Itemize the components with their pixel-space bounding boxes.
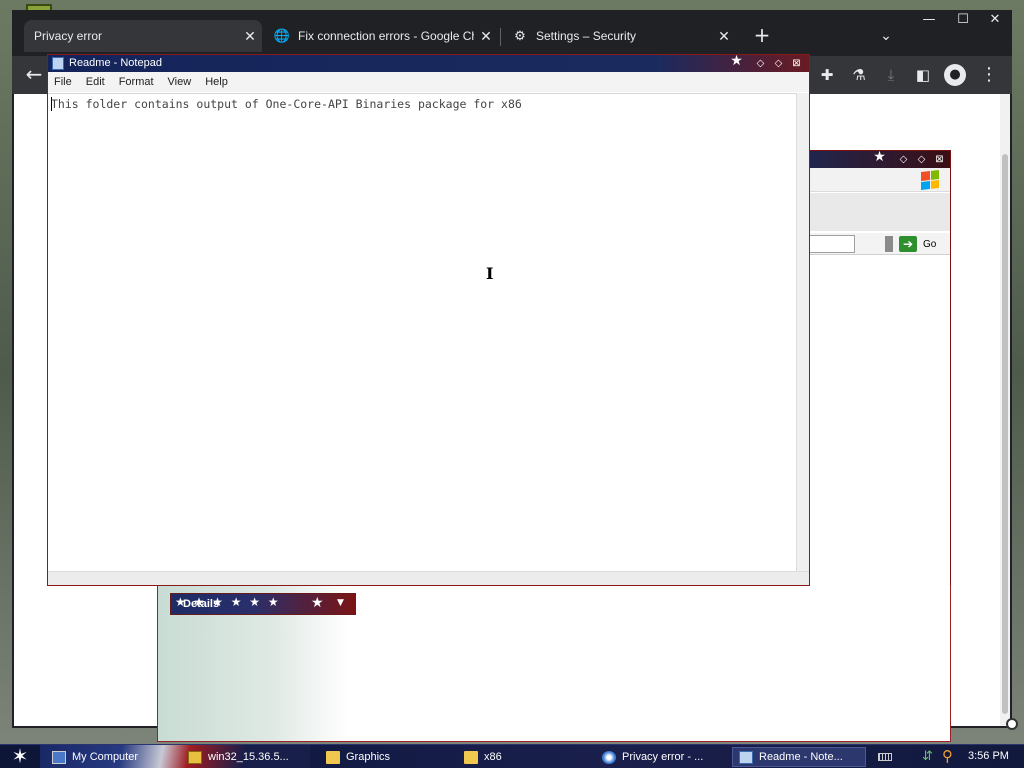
tab-search-chevron-icon[interactable]: ⌄ (874, 24, 898, 48)
go-label: Go (923, 238, 937, 250)
vertical-scrollbar[interactable] (796, 93, 809, 571)
tab-separator (500, 28, 501, 46)
explorer-window[interactable]: ★ ★ ★ ★ ★ ★ Details ★ ▼ (157, 585, 951, 742)
system-tray: ⇵ ⚲ 3:56 PM (872, 745, 1024, 768)
details-panel-header[interactable]: ★ ★ ★ ★ ★ ★ Details ★ ▼ (170, 593, 356, 615)
new-tab-button[interactable]: + (750, 24, 774, 48)
taskbar-item-label: Graphics (346, 751, 391, 763)
tab-fix-connection-errors[interactable]: 🌐 Fix connection errors - Google Chrome … (264, 20, 498, 52)
download-icon[interactable]: ⤓ (880, 64, 902, 86)
close-icon[interactable]: ✕ (712, 28, 736, 45)
resize-grip-icon[interactable] (1006, 718, 1018, 730)
address-dropdown[interactable] (885, 236, 893, 252)
tab-title: Privacy error (34, 29, 103, 43)
window-titlebar[interactable]: Readme - Notepad ★ ◇ ◇ ⊠ (48, 53, 809, 72)
tab-settings-security[interactable]: ⚙ Settings – Security ✕ (502, 20, 736, 52)
star-icon: ★ (311, 595, 324, 611)
menu-help[interactable]: Help (205, 76, 228, 88)
details-label: Details (183, 598, 220, 610)
network-icon[interactable]: ⇵ (922, 749, 933, 764)
taskbar-item-label: Privacy error - ... (622, 751, 704, 763)
close-button[interactable]: ⊠ (790, 57, 803, 70)
task-pane: ★ ★ ★ ★ ★ ★ Details ★ ▼ (158, 585, 356, 741)
minimize-button[interactable]: ◇ (897, 153, 910, 166)
browser-icon (602, 750, 616, 764)
taskbar-item-label: Readme - Note... (759, 751, 843, 763)
star-icon: ★ (873, 149, 886, 165)
minimize-button[interactable]: ◇ (754, 57, 767, 70)
maximize-button[interactable]: ☐ (946, 10, 980, 30)
text-editor[interactable]: This folder contains output of One-Core-… (48, 93, 796, 571)
computer-icon (52, 750, 66, 764)
maximize-button[interactable]: ◇ (772, 57, 785, 70)
folder-icon (464, 750, 478, 764)
tab-title: Fix connection errors - Google Chrome He… (298, 29, 474, 43)
side-panel-icon[interactable]: ◧ (912, 64, 934, 86)
taskbar-item-win32[interactable]: win32_15.36.5... (182, 747, 310, 767)
close-icon[interactable]: ✕ (474, 28, 498, 45)
folder-icon (326, 750, 340, 764)
extensions-icon[interactable]: ✚ (816, 64, 838, 86)
globe-icon: 🌐 (273, 28, 291, 43)
notepad-icon (52, 57, 64, 70)
scroll-thumb[interactable] (1002, 154, 1008, 714)
taskbar-item-label: My Computer (72, 751, 139, 763)
go-button[interactable]: ➔ Go (899, 235, 936, 253)
horizontal-scrollbar[interactable] (48, 571, 809, 585)
menu-format[interactable]: Format (119, 76, 154, 88)
profile-icon[interactable]: ● (944, 64, 966, 86)
close-window-button[interactable]: ✕ (978, 10, 1012, 30)
menu-file[interactable]: File (54, 76, 72, 88)
search-icon[interactable]: ⚲ (942, 747, 953, 765)
document-text[interactable]: This folder contains output of One-Core-… (51, 97, 522, 111)
clock[interactable]: 3:56 PM (968, 750, 1009, 762)
ibeam-cursor-icon: I (486, 264, 494, 283)
close-icon[interactable]: ✕ (238, 28, 262, 45)
taskbar-item-x86[interactable]: x86 (458, 747, 588, 767)
text-caret (51, 97, 52, 111)
taskbar: ✶ My Computer win32_15.36.5... Graphics … (0, 744, 1024, 768)
star-icon: ★ (730, 53, 743, 69)
taskbar-item-readme-notepad[interactable]: Readme - Note... (732, 747, 866, 767)
notepad-icon (739, 750, 753, 764)
chevron-down-icon[interactable]: ▼ (337, 598, 344, 608)
taskbar-item-label: x86 (484, 751, 502, 763)
keyboard-icon[interactable] (878, 753, 892, 761)
window-title: Readme - Notepad (69, 57, 162, 69)
taskbar-item-label: win32_15.36.5... (208, 751, 289, 763)
menu-edit[interactable]: Edit (86, 76, 105, 88)
gear-icon: ⚙ (514, 28, 526, 43)
back-arrow-icon[interactable]: ← (22, 63, 46, 87)
start-button[interactable]: ✶ (0, 745, 40, 768)
windows-flag-icon (921, 170, 939, 190)
taskbar-item-my-computer[interactable]: My Computer (46, 747, 176, 767)
archive-icon (188, 750, 202, 764)
menu-icon[interactable]: ⋮ (978, 64, 1000, 86)
taskbar-item-privacy-error[interactable]: Privacy error - ... (596, 747, 726, 767)
tab-strip: Privacy error ✕ 🌐 Fix connection errors … (12, 10, 1012, 56)
vertical-scrollbar[interactable] (1000, 94, 1010, 726)
close-button[interactable]: ⊠ (933, 153, 946, 166)
tab-title: Settings – Security (536, 29, 637, 43)
tab-privacy-error[interactable]: Privacy error ✕ (24, 20, 262, 52)
maximize-button[interactable]: ◇ (915, 153, 928, 166)
minimize-button[interactable]: — (912, 10, 946, 30)
labs-icon[interactable]: ⚗ (848, 64, 870, 86)
menu-bar: File Edit Format View Help (48, 72, 809, 92)
menu-view[interactable]: View (168, 76, 192, 88)
taskbar-item-graphics[interactable]: Graphics (320, 747, 450, 767)
notepad-window[interactable]: Readme - Notepad ★ ◇ ◇ ⊠ File Edit Forma… (47, 54, 810, 586)
go-arrow-icon: ➔ (899, 236, 917, 252)
